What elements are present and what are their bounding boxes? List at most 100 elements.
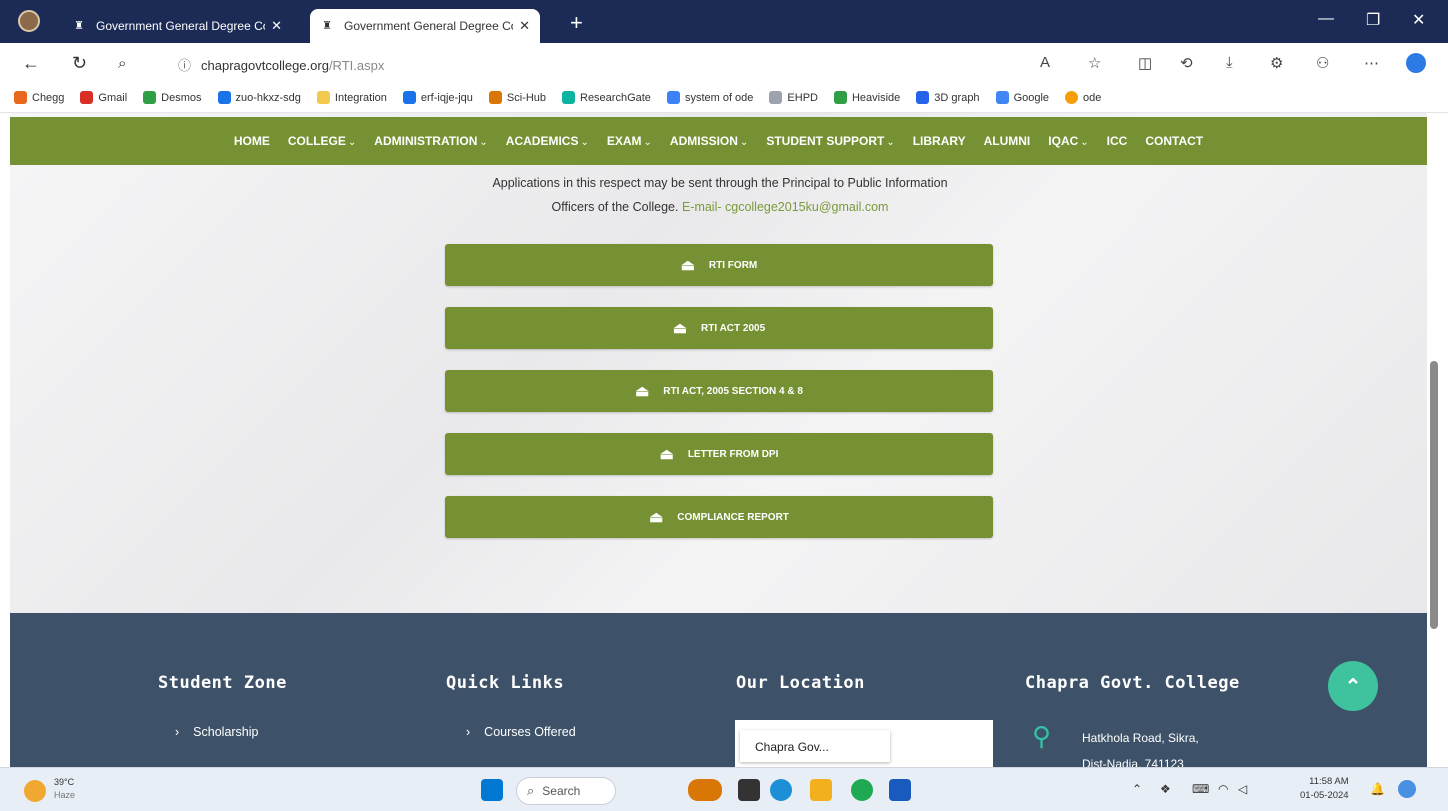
nav-college[interactable]: COLLEGE ⌄ <box>288 134 356 148</box>
profile-avatar[interactable] <box>18 10 40 32</box>
volume-icon[interactable]: ◁ <box>1238 782 1247 796</box>
notification-bell-icon[interactable]: 🔔 <box>1370 782 1385 796</box>
courses-offered-link[interactable]: › Courses Offered <box>466 725 576 739</box>
page-scrollbar[interactable] <box>1427 113 1448 767</box>
web-page: HOME COLLEGE ⌄ ADMINISTRATION ⌄ ACADEMICS ⌄… <box>10 113 1427 767</box>
search-icon[interactable]: ⌕ <box>118 55 126 72</box>
chevron-down-icon: ⌄ <box>643 137 652 148</box>
scroll-to-top-button[interactable]: ⌃ <box>1328 661 1378 711</box>
info-line-2: Officers of the College. E-mail- cgcolle… <box>551 200 889 214</box>
show-hidden-icons-icon[interactable]: ⌃ <box>1132 782 1142 796</box>
more-options-icon[interactable]: ⋯ <box>1364 54 1379 72</box>
tab-bar: ♜ Government General Degree Co ✕ ♜ Gover… <box>0 0 1448 43</box>
close-tab-icon[interactable]: ✕ <box>519 18 530 34</box>
refresh-icon[interactable]: ↻ <box>72 53 87 74</box>
download-icon: ⏏ <box>672 320 688 337</box>
history-icon[interactable]: ⟲ <box>1180 54 1193 72</box>
task-view-icon[interactable] <box>738 779 760 801</box>
nav-iqac[interactable]: IQAC ⌄ <box>1048 134 1088 148</box>
download-rti-section-button[interactable]: ⏏ RTI ACT, 2005 SECTION 4 & 8 <box>445 370 993 412</box>
bookmark-item[interactable]: Heaviside <box>833 91 900 104</box>
bookmark-favicon-icon <box>995 91 1009 104</box>
clock[interactable]: 11:58 AM 01-05-2024 <box>1300 775 1349 803</box>
bookmarks-bar: Chegg Gmail Desmos zuo-hkxz-sdg Integrat… <box>0 83 1448 113</box>
rti-info-text: Applications in this respect may be sent… <box>430 171 1010 219</box>
download-icon: ⏏ <box>649 509 664 526</box>
bookmark-favicon-icon <box>1065 91 1079 104</box>
nav-administration[interactable]: ADMINISTRATION ⌄ <box>374 134 488 148</box>
nav-alumni[interactable]: ALUMNI <box>984 134 1031 148</box>
download-rti-form-button[interactable]: ⏏ RTI FORM <box>445 244 993 286</box>
bookmark-item[interactable]: ode <box>1065 91 1101 104</box>
bookmark-item[interactable]: Desmos <box>143 91 202 104</box>
bookmark-item[interactable]: 3D graph <box>916 91 980 104</box>
bookmark-item[interactable]: Sci-Hub <box>488 91 546 104</box>
bookmark-item[interactable]: erf-iqje-jqu <box>402 91 473 104</box>
bookmark-item[interactable]: ResearchGate <box>562 91 651 104</box>
whatsapp-icon[interactable] <box>851 779 873 801</box>
close-window-icon[interactable]: ✕ <box>1412 10 1425 30</box>
download-icon: ⏏ <box>635 383 650 400</box>
start-icon[interactable] <box>481 779 503 801</box>
downloads-icon[interactable]: ⤓ <box>1226 54 1233 71</box>
nav-library[interactable]: LIBRARY <box>913 134 966 148</box>
taskbar-search[interactable]: ⌕ Search <box>516 777 616 805</box>
tab-2[interactable]: ♜ Government General Degree Co ✕ <box>310 9 540 43</box>
tab-1[interactable]: ♜ Government General Degree Co ✕ <box>62 9 292 43</box>
word-icon[interactable] <box>889 779 911 801</box>
wifi-icon[interactable]: ◠ <box>1218 782 1228 796</box>
bookmark-item[interactable]: Integration <box>316 91 387 104</box>
split-screen-icon[interactable]: ◫ <box>1138 54 1152 72</box>
favorite-star-icon[interactable]: ☆ <box>1088 54 1101 72</box>
bookmark-item[interactable]: EHPD <box>769 91 818 104</box>
bookmark-favicon-icon <box>562 91 575 104</box>
back-icon[interactable]: ← <box>22 53 40 74</box>
tab-title: Government General Degree Co <box>344 19 514 33</box>
bookmark-favicon-icon <box>80 91 94 104</box>
bookmark-item[interactable]: zuo-hkxz-sdg <box>217 91 301 104</box>
copilot-taskbar-icon[interactable] <box>1398 780 1416 798</box>
download-rti-act-button[interactable]: ⏏ RTI ACT 2005 <box>445 307 993 349</box>
file-explorer-icon[interactable] <box>810 779 832 801</box>
browser-window: ♜ Government General Degree Co ✕ ♜ Gover… <box>0 0 1448 811</box>
location-map[interactable]: Chapra Gov... <box>735 720 993 767</box>
new-tab-button[interactable]: + <box>570 10 583 36</box>
download-compliance-report-button[interactable]: ⏏ COMPLIANCE REPORT <box>445 496 993 538</box>
url-field[interactable]: ⓘ chapragovtcollege.org/RTI.aspx <box>178 55 384 74</box>
bookmark-favicon-icon <box>769 91 783 104</box>
weather-haze-icon[interactable] <box>24 780 46 802</box>
extensions-icon[interactable]: ⚙ <box>1270 54 1283 72</box>
chevron-down-icon: ⌄ <box>580 137 589 148</box>
download-dpi-letter-button[interactable]: ⏏ LETTER FROM DPI <box>445 433 993 475</box>
restore-icon[interactable]: ❐ <box>1366 10 1380 30</box>
scholarship-link[interactable]: › Scholarship <box>175 725 259 739</box>
nav-home[interactable]: HOME <box>234 134 270 148</box>
minimize-icon[interactable]: — <box>1318 10 1334 28</box>
chevron-right-icon: › <box>175 725 180 739</box>
read-aloud-icon[interactable]: A <box>1040 54 1050 71</box>
info-icon[interactable]: ⓘ <box>178 58 191 73</box>
keyboard-icon[interactable]: ⌨ <box>1192 782 1209 796</box>
bookmark-item[interactable]: Gmail <box>80 91 127 104</box>
nav-admission[interactable]: ADMISSION ⌄ <box>670 134 748 148</box>
widgets-icon[interactable] <box>688 779 722 801</box>
college-heading: Chapra Govt. College <box>1025 673 1240 693</box>
map-place-label[interactable]: Chapra Gov... <box>740 730 890 762</box>
weather-widget[interactable]: 39°C Haze <box>54 776 75 802</box>
profile-icon[interactable]: ⚇ <box>1316 54 1329 72</box>
nav-academics[interactable]: ACADEMICS ⌄ <box>506 134 589 148</box>
nav-icc[interactable]: ICC <box>1107 134 1128 148</box>
close-tab-icon[interactable]: ✕ <box>271 18 282 34</box>
bookmark-item[interactable]: Chegg <box>14 91 64 104</box>
location-pin-icon: ⚲ <box>1032 721 1052 751</box>
scrollbar-thumb[interactable] <box>1430 361 1438 629</box>
dropbox-icon[interactable]: ❖ <box>1160 782 1171 796</box>
nav-exam[interactable]: EXAM ⌄ <box>607 134 652 148</box>
nav-contact[interactable]: CONTACT <box>1145 134 1203 148</box>
copilot-icon[interactable] <box>1406 53 1426 73</box>
edge-browser-icon[interactable] <box>770 779 792 801</box>
nav-student-support[interactable]: STUDENT SUPPORT ⌄ <box>766 134 894 148</box>
bookmark-item[interactable]: Google <box>995 91 1049 104</box>
bookmark-item[interactable]: system of ode <box>666 91 753 104</box>
email-link[interactable]: E-mail- cgcollege2015ku@gmail.com <box>682 200 889 214</box>
